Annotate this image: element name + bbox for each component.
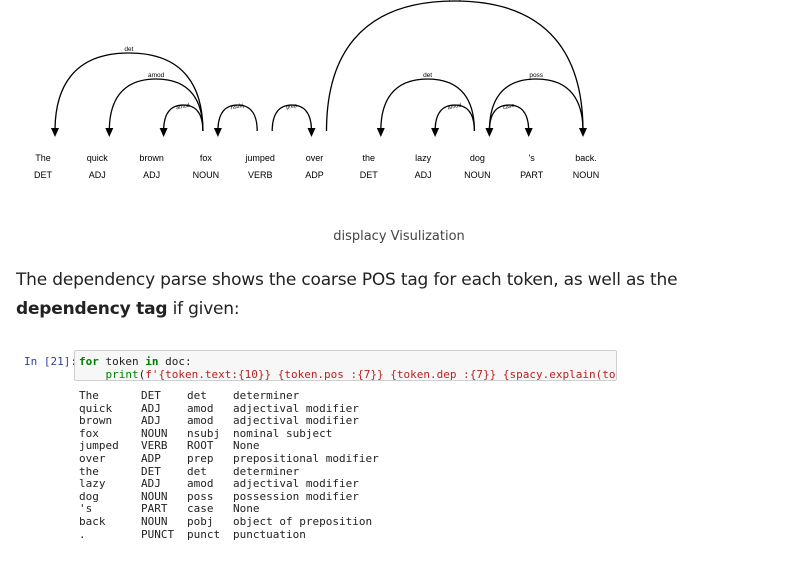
token-pos-tag: ADJ [89, 170, 106, 180]
code-cell-input[interactable]: for token in doc: print(f'{token.text:{1… [74, 350, 617, 381]
output-cell: The [79, 389, 99, 402]
arc-arrowhead [51, 128, 59, 137]
output-cell: lazy [79, 477, 106, 491]
token-word: lazy [415, 153, 432, 163]
token-word: quick [87, 153, 109, 163]
arc-arrowhead [431, 128, 440, 137]
token-word: the [363, 153, 376, 163]
token-word: back. [575, 153, 597, 163]
arc-label: amod [176, 103, 191, 112]
token-pos-tag: DET [360, 170, 379, 180]
output-cell: . [79, 527, 86, 541]
token-pos-tag: NOUN [464, 170, 491, 180]
arc-arrowhead [105, 128, 114, 137]
arc-arrowhead [307, 128, 316, 137]
arc-arrowhead [159, 128, 168, 137]
token-word: brown [139, 153, 164, 163]
token-pos-tag: NOUN [573, 170, 600, 180]
output-cell: adjectival modifier [233, 414, 359, 428]
arc-label: pobj [449, 0, 461, 1]
token-pos-tag: PART [520, 170, 544, 180]
token-word: The [35, 153, 51, 163]
output-cell: prepositional modifier [233, 451, 379, 465]
arc-label: amod [447, 103, 462, 112]
token-word: dog [470, 153, 485, 163]
dependency-arc [54, 52, 204, 132]
output-cell: DET [141, 389, 161, 402]
code-token: print [105, 368, 139, 381]
arc-label: det [423, 72, 432, 79]
code-line: print(f'{token.text:{10}} {token.pos_:{7… [79, 368, 617, 381]
output-cell: object of preposition [233, 514, 373, 528]
output-cell: pobj [187, 514, 214, 528]
output-cell: det [187, 389, 207, 402]
output-cell: NOUN [141, 514, 168, 528]
code-token: doc: [158, 355, 192, 368]
paragraph-text: The dependency parse shows the coarse PO… [16, 270, 678, 290]
token-pos-tag: ADJ [143, 170, 160, 180]
output-cell: ADJ [141, 477, 161, 491]
arc-label: amod [148, 72, 165, 79]
output-cell: punctuation [233, 527, 306, 541]
token-pos-tag: ADJ [415, 170, 432, 180]
output-cell: adjectival modifier [233, 477, 359, 491]
output-cell: amod [187, 414, 214, 428]
arc-label: det [124, 46, 133, 53]
arc-arrowhead [213, 128, 222, 137]
arc-label: case [503, 103, 516, 111]
output-cell: determiner [233, 389, 300, 402]
code-token: in [145, 355, 159, 368]
token-pos-tag: ADP [305, 170, 324, 180]
arc-label: nsubj [230, 103, 244, 112]
code-token: for [79, 355, 99, 368]
output-cell: ADJ [141, 414, 161, 428]
output-cell: punct [187, 527, 221, 541]
output-cell: ADP [141, 451, 161, 465]
arc-label: prep [286, 103, 298, 111]
description-paragraph: The dependency parse shows the coarse PO… [16, 266, 791, 324]
dependency-visualization: The DET quick ADJ brown ADJ fox NOUN jumped VERB o… [34, 0, 600, 180]
token-word: over [306, 153, 324, 163]
arc-label: poss [529, 72, 543, 79]
token-pos-tag: DET [34, 170, 53, 180]
token-word: 's [529, 153, 536, 163]
output-cell: amod [187, 477, 214, 491]
arc-arrowhead [524, 128, 533, 137]
arc-arrowhead [376, 128, 385, 137]
dependency-arc [325, 0, 584, 132]
code-token: f'{token.text:{10}} {token.pos_:{7}} {to… [145, 368, 616, 381]
cell-prompt: In [21]: [24, 355, 77, 368]
output-cell: prep [187, 451, 214, 465]
paragraph-text-end: if given: [167, 299, 240, 319]
code-token: token [98, 355, 146, 368]
code-line: for token in doc: [79, 355, 616, 368]
output-cell: brown [79, 414, 113, 428]
paragraph-bold-term: dependency tag [16, 299, 168, 319]
token-pos-tag: NOUN [193, 170, 220, 180]
output-cell: back [79, 514, 106, 528]
token-word: jumped [244, 153, 275, 163]
output-cell: PUNCT [141, 527, 175, 541]
figure-caption: displacy Visulization [333, 229, 465, 244]
token-word: fox [200, 153, 213, 163]
output-cell: over [79, 451, 106, 465]
token-pos-tag: VERB [248, 170, 273, 180]
